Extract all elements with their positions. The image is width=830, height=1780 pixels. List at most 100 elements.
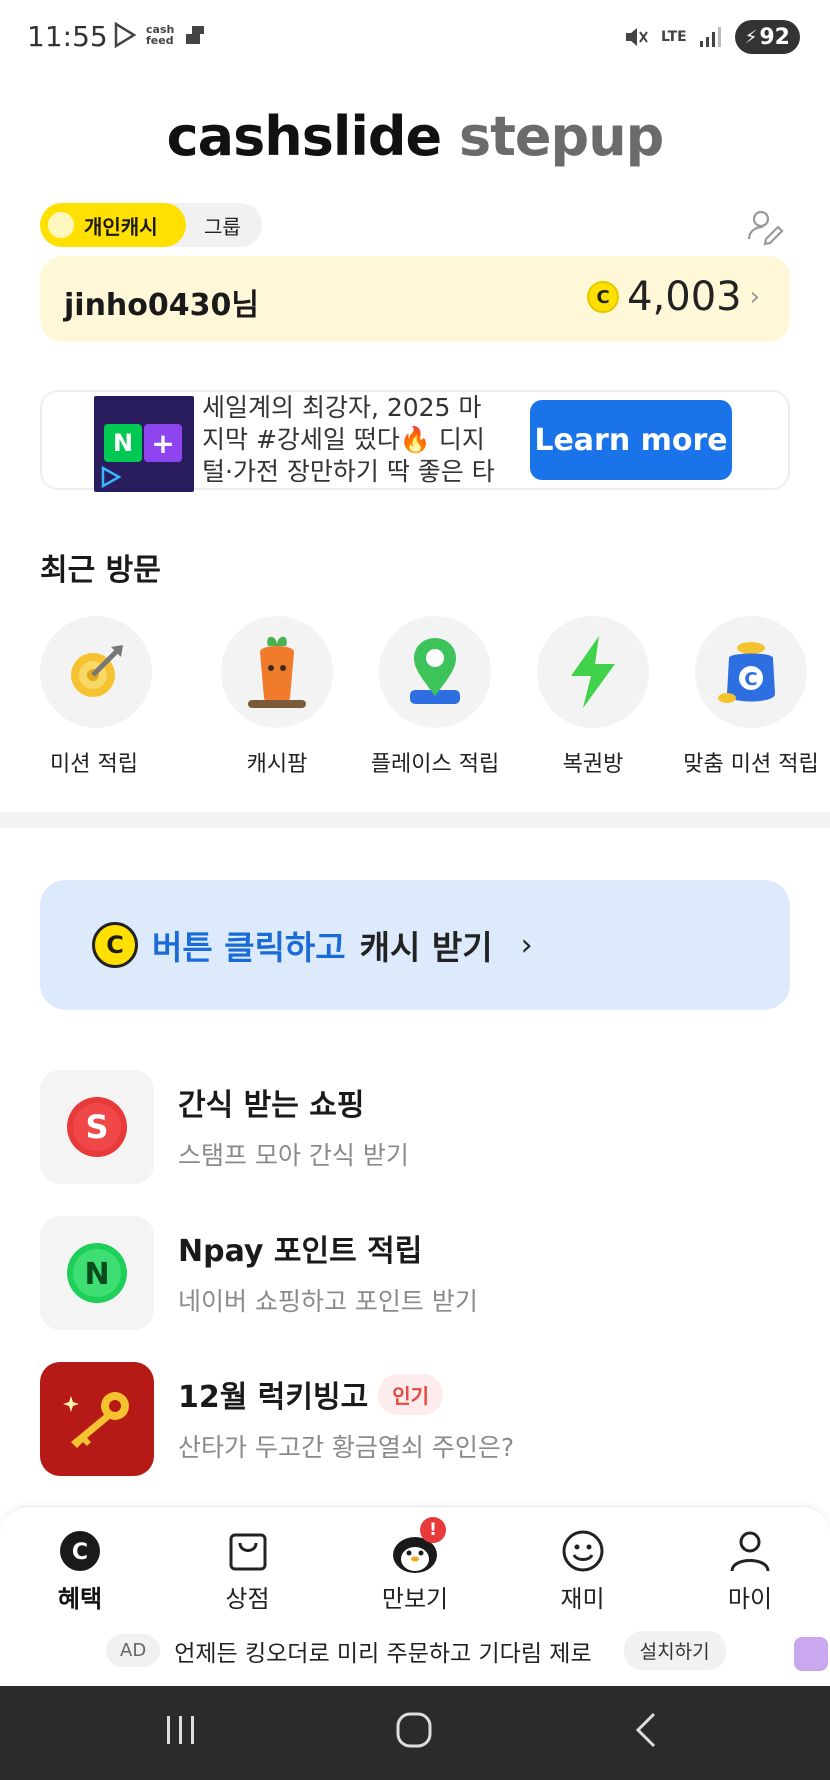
signal-icon bbox=[699, 27, 721, 47]
toggle-group[interactable]: 그룹 bbox=[186, 211, 241, 240]
status-left-icons: cash feed bbox=[112, 22, 206, 48]
section-divider bbox=[0, 812, 830, 828]
profile-edit-icon[interactable] bbox=[744, 205, 786, 247]
smile-icon bbox=[562, 1530, 603, 1572]
click-cash-banner[interactable]: C 버튼 클릭하고 캐시 받기 › bbox=[40, 880, 790, 1010]
app-icon bbox=[186, 26, 204, 44]
lightning-icon bbox=[537, 616, 649, 728]
assistant-icon[interactable] bbox=[794, 1637, 828, 1671]
system-nav-bar bbox=[0, 1686, 830, 1780]
alert-badge: ! bbox=[420, 1517, 446, 1543]
ad-label: AD bbox=[106, 1634, 161, 1667]
charging-icon: ⚡ bbox=[744, 26, 758, 48]
target-icon bbox=[40, 616, 152, 728]
bottom-ad-strip[interactable]: AD 언제든 킹오더로 미리 주문하고 기다림 제로 설치하기 bbox=[106, 1631, 726, 1670]
s-coin-icon: S bbox=[40, 1070, 154, 1184]
list-item-title-text: 12월 럭키빙고 bbox=[178, 1380, 369, 1415]
nav-tab-my[interactable]: 마이 bbox=[690, 1529, 810, 1614]
nav-tab-store[interactable]: 상점 bbox=[188, 1529, 308, 1614]
status-bar: 11:55 cash feed LTE ⚡ 92 bbox=[0, 0, 830, 76]
recent-item-mission[interactable]: 미션 적립 bbox=[40, 616, 198, 778]
cash-c-icon: C bbox=[60, 1531, 100, 1571]
toggle-personal[interactable]: 개인캐시 bbox=[40, 203, 186, 247]
back-icon[interactable] bbox=[630, 1710, 664, 1750]
battery-indicator: ⚡ 92 bbox=[734, 20, 800, 54]
shopping-bag-icon bbox=[229, 1533, 266, 1571]
cash-balance-card[interactable]: jinho0430님 C 4,003 › bbox=[40, 256, 790, 342]
ad-thumbnail: N + bbox=[94, 396, 194, 492]
install-button[interactable]: 설치하기 bbox=[623, 1631, 726, 1670]
svg-text:C: C bbox=[744, 669, 757, 690]
chevron-right-icon: › bbox=[520, 927, 533, 963]
toggle-knob bbox=[46, 210, 76, 240]
cash-mode-toggle[interactable]: 개인캐시 그룹 bbox=[40, 203, 262, 247]
list-item-subtitle: 네이버 쇼핑하고 포인트 받기 bbox=[178, 1287, 478, 1316]
bottom-navigation: C 혜택 상점 ! 만보기 재미 마이 AD 언제든 킹오더로 미리 주문하고 … bbox=[0, 1506, 830, 1686]
list-item-title-text: Npay 포인트 적립 bbox=[178, 1234, 423, 1269]
list-item-title-text: 간식 받는 쇼핑 bbox=[178, 1088, 365, 1123]
recent-item-label: 맞춤 미션 적립 bbox=[683, 752, 819, 777]
carrot-icon bbox=[221, 616, 333, 728]
nav-label: 만보기 bbox=[381, 1585, 449, 1613]
recent-visits-title: 최근 방문 bbox=[40, 553, 161, 588]
list-item-title: Npay 포인트 적립 bbox=[178, 1226, 422, 1270]
battery-level: 92 bbox=[759, 24, 790, 50]
click-banner-text-dark: 캐시 받기 bbox=[359, 928, 493, 967]
recent-item-custom-mission[interactable]: C 맞춤 미션 적립 bbox=[672, 616, 830, 778]
click-banner-text-blue: 버튼 클릭하고 bbox=[152, 928, 346, 967]
coin-bag-icon: C bbox=[695, 616, 807, 728]
list-item-title: 12월 럭키빙고 인기 bbox=[178, 1372, 444, 1416]
penguin-icon: ! bbox=[390, 1517, 446, 1573]
coin-icon: C bbox=[92, 922, 138, 968]
svg-text:C: C bbox=[72, 1540, 88, 1565]
cash-feed-icon: cash feed bbox=[146, 23, 175, 47]
toggle-personal-label: 개인캐시 bbox=[84, 214, 158, 239]
mute-icon bbox=[626, 28, 648, 46]
ad-thumb-plus: + bbox=[144, 424, 182, 462]
popular-badge: 인기 bbox=[378, 1373, 444, 1415]
npay-coin-icon: N bbox=[40, 1216, 154, 1330]
recent-item-label: 플레이스 적립 bbox=[370, 752, 500, 777]
nav-items: C 혜택 상점 ! 만보기 재미 마이 bbox=[20, 1517, 810, 1614]
app-logo: cashslide stepup bbox=[0, 105, 830, 168]
recent-item-label: 캐시팜 bbox=[246, 752, 308, 777]
status-right-icons: LTE ⚡ 92 bbox=[623, 20, 800, 54]
ad-thumb-n: N bbox=[104, 424, 142, 462]
play-triangle-icon bbox=[101, 466, 122, 488]
nav-tab-pedometer[interactable]: ! 만보기 bbox=[355, 1517, 475, 1614]
recent-apps-icon[interactable] bbox=[164, 1710, 198, 1750]
nav-label: 혜택 bbox=[57, 1585, 103, 1613]
home-icon[interactable] bbox=[394, 1710, 434, 1750]
recent-item-lottery[interactable]: 복권방 bbox=[514, 616, 672, 778]
play-store-icon bbox=[114, 22, 137, 48]
bottom-ad-message: 언제든 킹오더로 미리 주문하고 기다림 제로 bbox=[174, 1640, 592, 1667]
recent-item-cashfarm[interactable]: 캐시팜 bbox=[198, 616, 356, 778]
learn-more-button[interactable]: Learn more bbox=[530, 400, 732, 480]
list-item-lucky-bingo[interactable]: 12월 럭키빙고 인기 산타가 두고간 황금열쇠 주인은? bbox=[40, 1362, 790, 1476]
recent-visits-list: 미션 적립 캐시팜 플레이스 적립 복권방 C 맞춤 미션 적립 bbox=[40, 616, 830, 778]
recent-item-place[interactable]: 플레이스 적립 bbox=[356, 616, 514, 778]
list-item-subtitle: 산타가 두고간 황금열쇠 주인은? bbox=[178, 1433, 515, 1462]
ad-banner[interactable]: N + 세일계의 최강자, 2025 마지막 #강세일 떴다🔥 디지털·가전 장… bbox=[40, 390, 790, 492]
list-item-npay[interactable]: N Npay 포인트 적립 네이버 쇼핑하고 포인트 받기 bbox=[40, 1216, 790, 1330]
logo-secondary: stepup bbox=[458, 105, 664, 168]
nav-tab-benefits[interactable]: C 혜택 bbox=[20, 1529, 140, 1614]
balance[interactable]: C 4,003 › bbox=[587, 274, 760, 320]
nav-tab-fun[interactable]: 재미 bbox=[523, 1529, 643, 1614]
svg-text:N: N bbox=[84, 1257, 109, 1292]
list-item-title: 간식 받는 쇼핑 bbox=[178, 1080, 365, 1124]
chevron-right-icon: › bbox=[749, 282, 760, 312]
ad-text: 세일계의 최강자, 2025 마지막 #강세일 떴다🔥 디지털·가전 장만하기 … bbox=[202, 393, 495, 486]
recent-item-label: 복권방 bbox=[562, 752, 624, 777]
list-item-subtitle: 스탬프 모아 간식 받기 bbox=[178, 1141, 409, 1170]
status-time: 11:55 bbox=[27, 20, 108, 53]
list-item-snack-shopping[interactable]: S 간식 받는 쇼핑 스탬프 모아 간식 받기 bbox=[40, 1070, 790, 1184]
location-pin-icon bbox=[379, 616, 491, 728]
balance-value: 4,003 bbox=[627, 274, 742, 320]
nav-label: 재미 bbox=[560, 1585, 605, 1613]
coin-icon: C bbox=[587, 281, 620, 313]
logo-primary: cashslide bbox=[166, 105, 442, 168]
nav-label: 마이 bbox=[727, 1585, 773, 1613]
person-icon bbox=[730, 1531, 770, 1572]
username: jinho0430님 bbox=[64, 288, 259, 323]
